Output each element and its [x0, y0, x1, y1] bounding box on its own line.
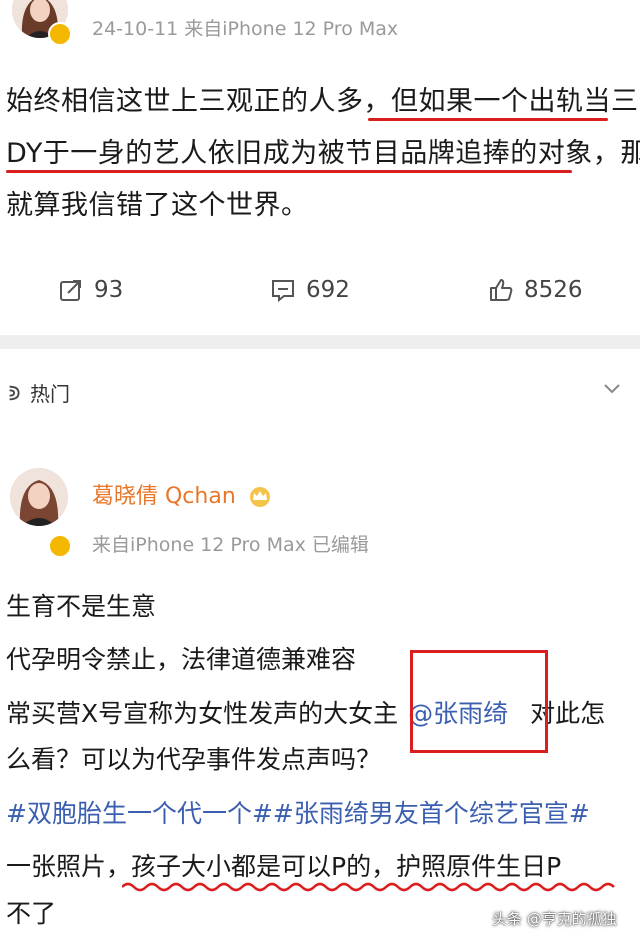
post-text-line: 生育不是生意: [6, 592, 157, 621]
post-text-line: 不了: [6, 899, 57, 928]
verified-badge-icon: [48, 22, 72, 46]
watermark: 头条 @亨克的孤独: [492, 910, 617, 928]
crown-icon: [249, 487, 270, 507]
highlight-underline: [368, 118, 608, 121]
chevron-down-icon[interactable]: [604, 384, 620, 394]
section-label: 热门: [30, 382, 70, 406]
action-bar: 93 692 8526: [0, 265, 640, 315]
author-avatar[interactable]: [10, 468, 68, 526]
post-meta: 来自iPhone 12 Pro Max 已编辑: [92, 534, 369, 556]
share-icon: [60, 280, 81, 301]
avatar-image: [10, 468, 68, 526]
section-divider: [0, 335, 640, 349]
author-name[interactable]: 葛晓倩 Qchan: [92, 478, 273, 510]
highlight-underline: [6, 170, 572, 173]
comment-button[interactable]: 692: [270, 265, 350, 315]
highlight-box: [410, 650, 548, 753]
post-text-line: 代孕明令禁止，法律道德兼难容: [6, 645, 357, 674]
comment-icon: [272, 280, 294, 303]
hot-icon: [9, 385, 20, 400]
like-count: 8526: [524, 277, 583, 303]
hashtag-line[interactable]: #双胞胎生一个代一个##张雨绮男友首个综艺官宣#: [6, 792, 590, 836]
verified-badge-icon: [48, 534, 72, 558]
post-text-line: 就算我信错了这个世界。: [6, 190, 309, 221]
post-text-line: 么看？可以为代孕事件发点声吗？: [6, 745, 382, 774]
author-name-text: 葛晓倩 Qchan: [92, 484, 236, 509]
section-header[interactable]: 热门: [6, 378, 70, 407]
repost-count: 93: [94, 277, 124, 303]
text-segment: 常买营X号宣称为女性发声的大女主: [6, 699, 399, 728]
comment-count: 692: [306, 277, 350, 303]
post-meta: 24-10-11 来自iPhone 12 Pro Max: [92, 18, 399, 40]
thumbs-up-icon: [490, 279, 513, 301]
repost-button[interactable]: 93: [58, 265, 123, 315]
highlight-wavy-underline: [122, 882, 615, 892]
post-card-1: 24-10-11 来自iPhone 12 Pro Max 始终相信这世上三观正的…: [0, 0, 640, 335]
like-button[interactable]: 8526: [488, 265, 583, 315]
